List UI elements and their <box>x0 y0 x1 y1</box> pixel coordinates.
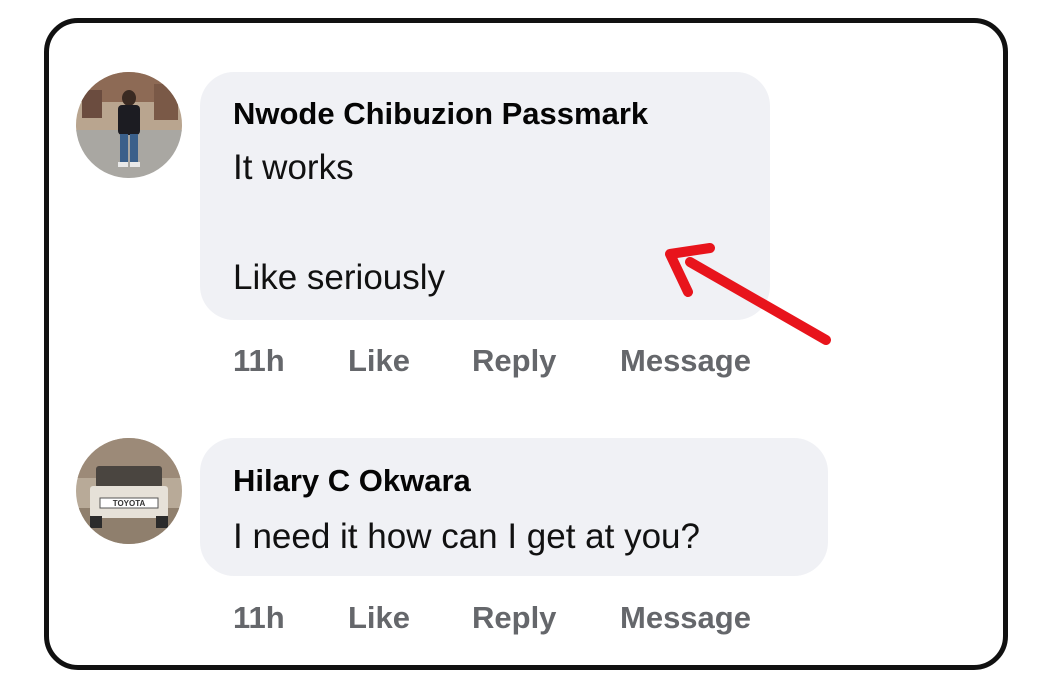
red-arrow-icon <box>665 243 831 345</box>
